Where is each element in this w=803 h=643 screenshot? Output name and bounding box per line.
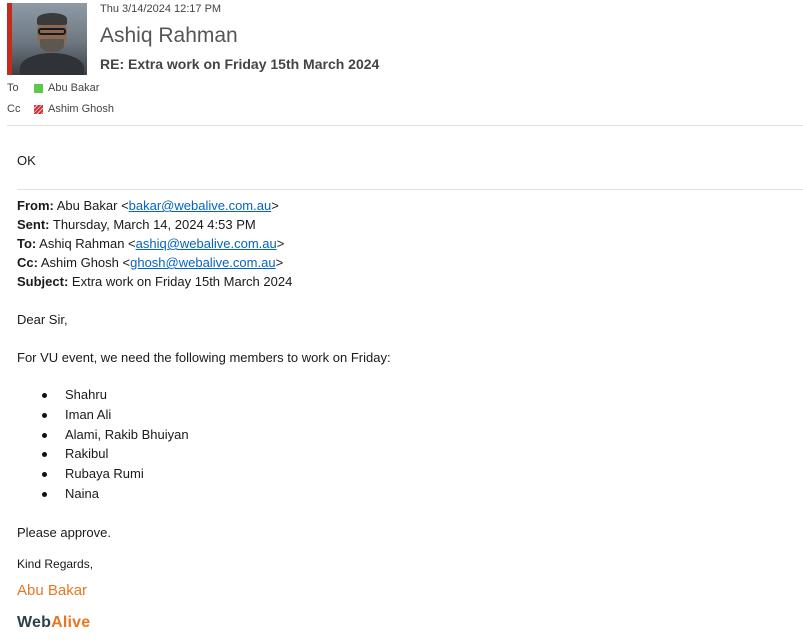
list-item: Iman Ali <box>17 405 189 425</box>
quoted-sent: Sent: Thursday, March 14, 2024 4:53 PM <box>17 217 256 232</box>
member-name: Shahru <box>65 387 107 402</box>
list-item: Alami, Rakib Bhuiyan <box>17 425 189 445</box>
quoted-to-email-link[interactable]: ashiq@webalive.com.au <box>136 236 277 251</box>
quoted-from: From: Abu Bakar <bakar@webalive.com.au> <box>17 198 279 213</box>
avatar-hair <box>37 13 67 25</box>
quoted-cc-label: Cc: <box>17 255 38 270</box>
quoted-to-label: To: <box>17 236 37 251</box>
quote-divider <box>17 189 803 190</box>
quoted-from-close: > <box>271 198 279 213</box>
member-name: Rakibul <box>65 446 109 462</box>
quoted-subject-value: Extra work on Friday 15th March 2024 <box>71 274 293 289</box>
bullet-icon <box>42 472 47 478</box>
greeting: Dear Sir, <box>17 312 68 327</box>
quoted-subject: Subject: Extra work on Friday 15th March… <box>17 274 292 289</box>
avatar-beard <box>40 39 64 52</box>
quoted-from-label: From: <box>17 198 54 213</box>
signature-name: Abu Bakar <box>17 582 88 599</box>
cc-row: Cc Ashim Ghosh <box>7 103 114 115</box>
list-item: Naina <box>17 484 189 504</box>
quoted-to-name: Ashiq Rahman < <box>39 236 136 251</box>
member-name: Alami, Rakib Bhuiyan <box>65 426 189 442</box>
member-list: Shahru Iman Ali Alami, Rakib Bhuiyan Rak… <box>17 385 189 504</box>
quoted-to: To: Ashiq Rahman <ashiq@webalive.com.au> <box>17 236 284 251</box>
message-header: Thu 3/14/2024 12:17 PM Ashiq Rahman RE: … <box>0 0 803 126</box>
bullet-icon <box>42 491 47 497</box>
quoted-sent-value: Thursday, March 14, 2024 4:53 PM <box>52 217 256 232</box>
bullet-icon <box>42 393 47 398</box>
message-subject: RE: Extra work on Friday 15th March 2024 <box>100 56 380 72</box>
webalive-logo: WebAlive <box>17 614 90 632</box>
to-recipient[interactable]: Abu Bakar <box>48 82 99 94</box>
logo-text-web: Web <box>17 614 52 631</box>
presence-busy-icon <box>34 104 43 114</box>
sender-name[interactable]: Ashiq Rahman <box>100 24 238 48</box>
cc-recipient[interactable]: Ashim Ghosh <box>48 103 114 115</box>
bullet-icon <box>42 412 47 418</box>
member-name: Rubaya Rumi <box>65 466 144 482</box>
quoted-cc-close: > <box>275 255 284 270</box>
list-item: Rubaya Rumi <box>17 464 189 484</box>
bullet-icon <box>42 432 47 438</box>
sender-avatar[interactable] <box>12 3 87 75</box>
logo-text-alive: Alive <box>51 614 91 631</box>
list-item: Shahru <box>17 385 189 405</box>
avatar-glasses <box>38 28 66 35</box>
quoted-to-close: > <box>276 236 285 251</box>
list-item: Rakibul <box>17 444 189 464</box>
quoted-cc-email-link[interactable]: ghosh@webalive.com.au <box>130 255 275 270</box>
quoted-from-name: Abu Bakar < <box>56 198 129 213</box>
presence-available-icon <box>34 83 43 93</box>
closing-text: Please approve. <box>17 525 111 540</box>
bullet-icon <box>42 452 47 458</box>
intro-text: For VU event, we need the following memb… <box>17 350 391 365</box>
quoted-cc: Cc: Ashim Ghosh <ghosh@webalive.com.au> <box>17 255 283 270</box>
header-divider <box>7 125 803 126</box>
quoted-subject-label: Subject: <box>17 274 69 289</box>
regards-text: Kind Regards, <box>17 557 94 571</box>
avatar-shirt <box>20 53 84 75</box>
cc-label: Cc <box>7 103 21 115</box>
to-label: To <box>7 82 19 94</box>
quoted-sent-label: Sent: <box>17 217 50 232</box>
quoted-cc-name: Ashim Ghosh < <box>40 255 131 270</box>
reply-text: OK <box>17 153 36 168</box>
member-name: Iman Ali <box>65 406 112 422</box>
quoted-from-email-link[interactable]: bakar@webalive.com.au <box>129 198 272 213</box>
sent-date: Thu 3/14/2024 12:17 PM <box>100 3 222 15</box>
to-row: To Abu Bakar <box>7 82 99 94</box>
member-name: Naina <box>65 485 99 501</box>
